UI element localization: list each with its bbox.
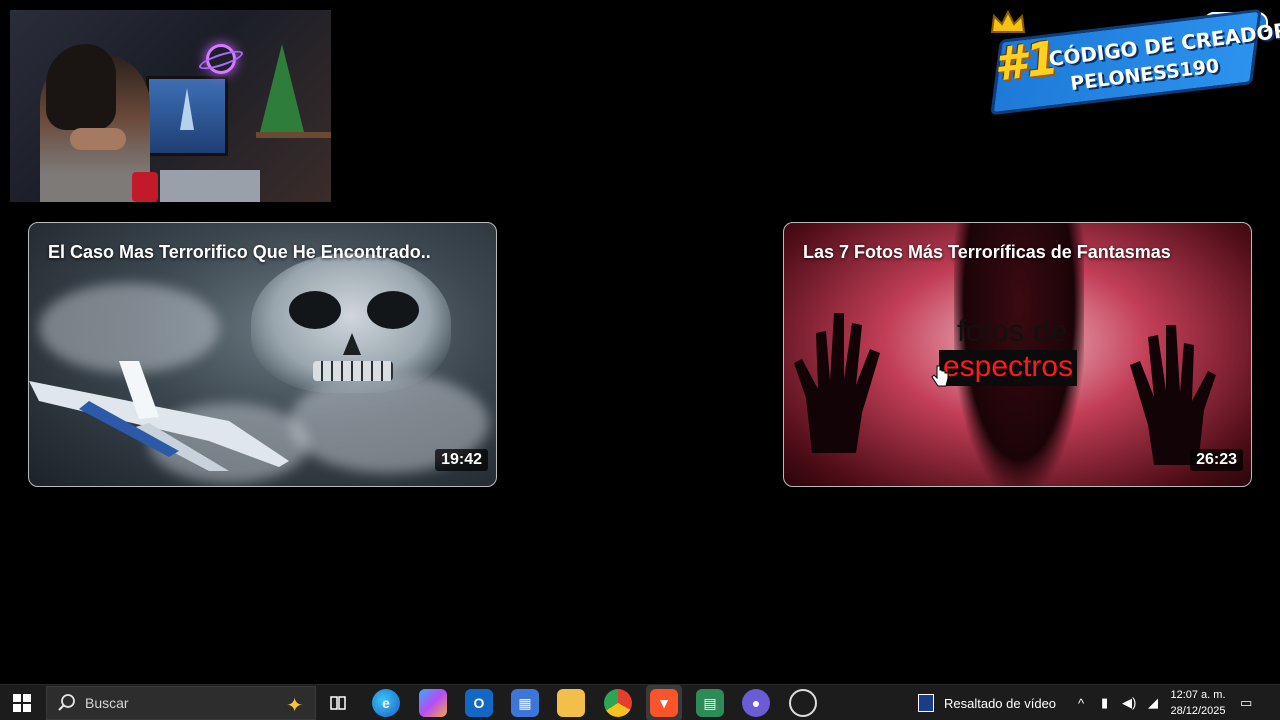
network-icon[interactable]: ◢ xyxy=(1148,685,1158,720)
hand-cursor-icon xyxy=(931,365,949,387)
store-icon[interactable]: ▦ xyxy=(511,689,539,717)
brave-icon[interactable]: ▼ xyxy=(650,689,678,717)
edge-icon[interactable]: e xyxy=(372,689,400,717)
video-card-2[interactable]: fotos de espectros Las 7 Fotos Más Terro… xyxy=(783,222,1252,487)
right-hand-silhouette xyxy=(1130,325,1216,465)
notifications-icon[interactable]: ▭ xyxy=(1240,685,1252,720)
crown-icon xyxy=(990,10,1026,33)
search-icon xyxy=(58,694,75,711)
chevron-up-icon[interactable]: ^ xyxy=(1078,685,1084,720)
taskbar-search[interactable]: Buscar ✦ xyxy=(46,686,316,720)
skull-eye xyxy=(367,291,419,329)
airplane-image xyxy=(29,361,289,471)
obs-icon[interactable]: ● xyxy=(742,689,770,717)
nfl-icon xyxy=(918,694,934,712)
sparkle-icon: ✦ xyxy=(286,695,303,717)
left-hand-silhouette xyxy=(794,313,880,453)
file-explorer-icon[interactable] xyxy=(557,689,585,717)
streamer-arm xyxy=(70,128,126,150)
microphone-icon[interactable]: ▮ xyxy=(1101,685,1108,720)
video-duration: 26:23 xyxy=(1190,449,1243,471)
xbox-game-bar-icon[interactable]: ▤ xyxy=(696,689,724,717)
windows-start-icon xyxy=(13,694,31,712)
thumbnail-caption-line2: espectros xyxy=(939,350,1078,386)
start-button[interactable] xyxy=(0,685,44,720)
chrome-icon[interactable] xyxy=(604,689,632,717)
skull-eye xyxy=(289,291,341,329)
clock-date: 28/12/2025 xyxy=(1170,705,1226,717)
search-label: Buscar xyxy=(85,695,129,711)
tray-highlight[interactable]: Resaltado de vídeo xyxy=(918,685,1056,720)
outlook-icon[interactable]: O xyxy=(465,689,493,717)
streamer-hair xyxy=(46,44,116,130)
video-title[interactable]: El Caso Mas Terrorifico Que He Encontrad… xyxy=(48,242,431,263)
speaker-icon[interactable]: ◀) xyxy=(1122,685,1136,720)
copilot-icon[interactable] xyxy=(419,689,447,717)
monitor-tree-wallpaper xyxy=(180,88,194,130)
skull-teeth xyxy=(313,361,393,381)
tray-highlight-label: Resaltado de vídeo xyxy=(944,695,1057,711)
video-duration: 19:42 xyxy=(435,449,488,471)
webcam-overlay xyxy=(10,10,331,202)
video-title[interactable]: Las 7 Fotos Más Terroríficas de Fantasma… xyxy=(803,242,1171,263)
taskbar: Buscar ✦ e O ▦ ▼ ▤ ● Resaltado de vídeo … xyxy=(0,684,1280,720)
cloud xyxy=(39,283,219,373)
creator-code-badge: #1 CÓDIGO DE CREADOR: PELONESS190 xyxy=(984,8,1280,116)
skull-nose xyxy=(343,333,361,355)
shelf xyxy=(256,132,331,138)
christmas-tree xyxy=(260,44,304,132)
thumbnail-caption-line1: fotos de xyxy=(957,313,1068,348)
red-cup xyxy=(132,172,158,202)
task-view-icon[interactable] xyxy=(324,689,352,717)
clock-time: 12:07 a. m. xyxy=(1170,689,1226,701)
clock-app-icon[interactable] xyxy=(789,689,817,717)
system-clock[interactable]: 12:07 a. m. 28/12/2025 xyxy=(1166,687,1230,719)
desk xyxy=(160,170,260,202)
video-card-1[interactable]: El Caso Mas Terrorifico Que He Encontrad… xyxy=(28,222,497,487)
